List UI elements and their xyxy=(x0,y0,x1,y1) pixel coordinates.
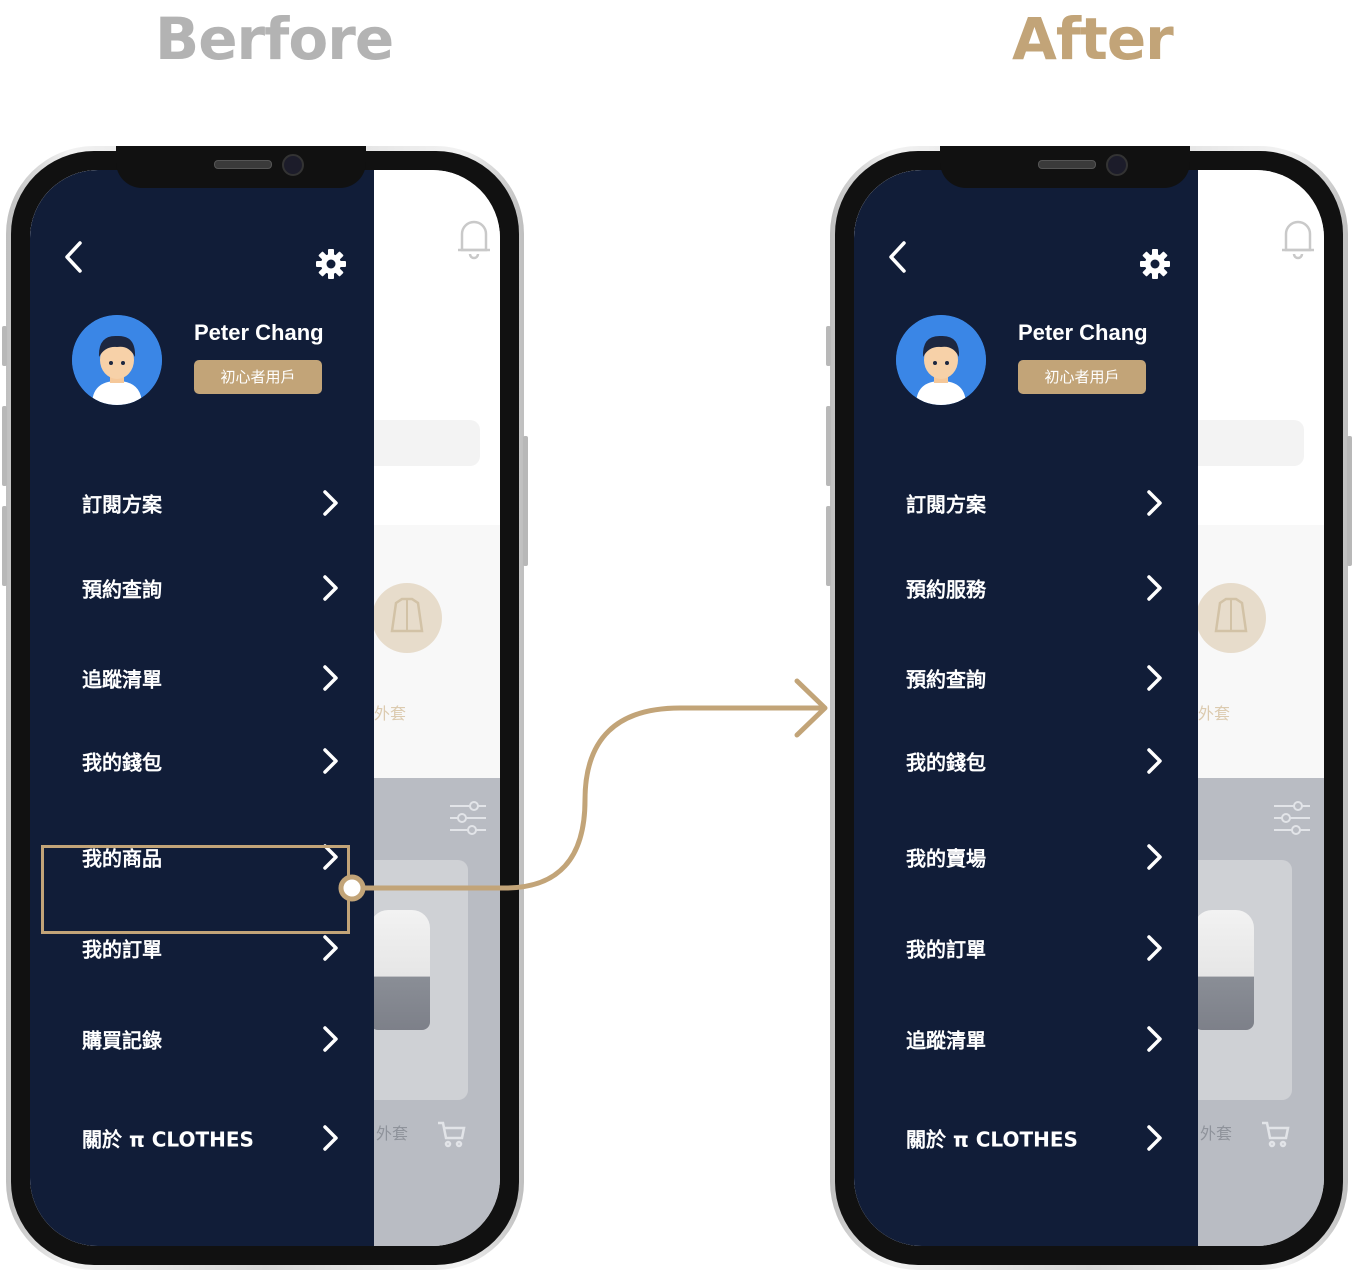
change-arrow-icon xyxy=(338,678,828,902)
